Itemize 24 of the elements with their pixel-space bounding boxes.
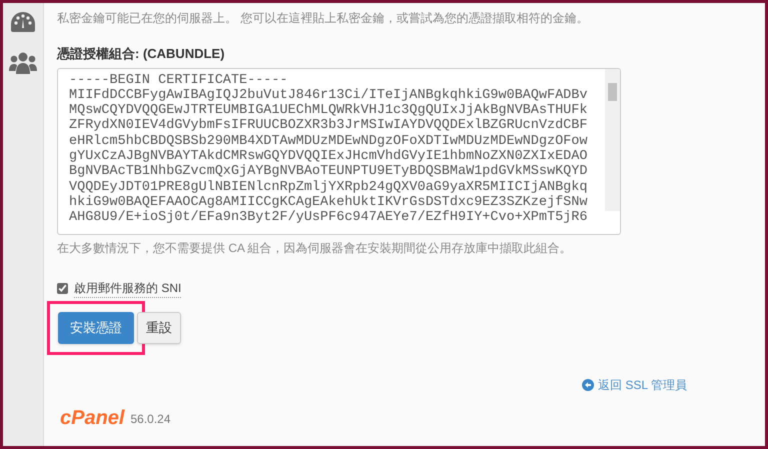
intro-text: 私密金鑰可能已在您的伺服器上。 您可以在這裡貼上私密金鑰，或嘗試為您的憑證擷取相符的金鑰。 bbox=[57, 10, 590, 27]
certificate-line: gYUxCzAJBgNVBAYTAkdCMRswGQYDVQQIExJHcmVhdGVyIE1hbmNoZXN0ZXIxEDAO bbox=[69, 148, 588, 164]
hint-text: 在大多數情況下，您不需要提供 CA 組合，因為伺服器會在安裝期間從公用存放庫中擷取此組合。 bbox=[57, 240, 573, 256]
certificate-line: eHRlcm5hbCBDQSBSb290MB4XDTAwMDUzMDEwNDgzOFoXDTIwMDUzMDEwNDgzOFow bbox=[69, 134, 588, 149]
certificate-line: BgNVBAcTB1NhbGZvcmQxGjAYBgNVBAoTEUNPTU9ETyBDQSBMaW1pdGVkMSswKQYD bbox=[69, 164, 588, 180]
certificate-line: ZFRydXN0IEV4dGVybmFsIFRUUCBOZXR3b3JrMSIwIAYDVQQDExlBZGRUcnVzdCBF bbox=[69, 118, 588, 134]
cabundle-textarea[interactable] bbox=[57, 68, 621, 234]
certificate-line: -----BEGIN CERTIFICATE----- bbox=[69, 72, 289, 88]
cpanel-logo: cPanel bbox=[60, 408, 124, 428]
reset-button[interactable]: 重設 bbox=[137, 312, 181, 344]
version-text: 56.0.24 bbox=[130, 410, 171, 428]
certificate-line: MQswCQYDVQQGEwJTRTEUMBIGA1UEChMLQWRkVHJ1c3QgQUIxJjAkBgNVBAsTHUFk bbox=[69, 103, 588, 118]
sni-checkbox[interactable] bbox=[57, 282, 68, 294]
field-label: 憑證授權組合: (CABUNDLE) bbox=[57, 45, 226, 63]
certificate-line: AHG8U9/E+ioSj0t/EFa9n3Byt2F/yUsPF6c947AEYe7/EZfH9IY+Cvo+XPmT5jR6 bbox=[69, 210, 588, 226]
checkbox-label[interactable]: 啟用郵件服務的 SNI bbox=[74, 278, 182, 298]
certificate-line: hkiG9w0BAQEFAAOCAg8AMIICCgKCAgEAkehUktIKVrGsDSTdxc9EZ3SZKzejfSNw bbox=[69, 194, 588, 210]
back-arrow-icon bbox=[582, 378, 594, 390]
certificate-line: MIIFdDCCBFygAwIBAgIQJ2buVutJ846r13Ci/ITeIjANBgkqhkiG9w0BAQwFADBv bbox=[69, 88, 588, 103]
users-icon[interactable] bbox=[9, 51, 37, 75]
gauge-icon[interactable] bbox=[10, 11, 36, 33]
certificate-line: VQQDEyJDT01PRE8gUlNBIENlcnRpZmljYXRpb24gQXV0aG9yaXR5MIICIjANBgkq bbox=[69, 180, 588, 195]
install-button[interactable]: 安裝憑證 bbox=[58, 312, 134, 344]
scrollbar[interactable] bbox=[605, 68, 620, 210]
